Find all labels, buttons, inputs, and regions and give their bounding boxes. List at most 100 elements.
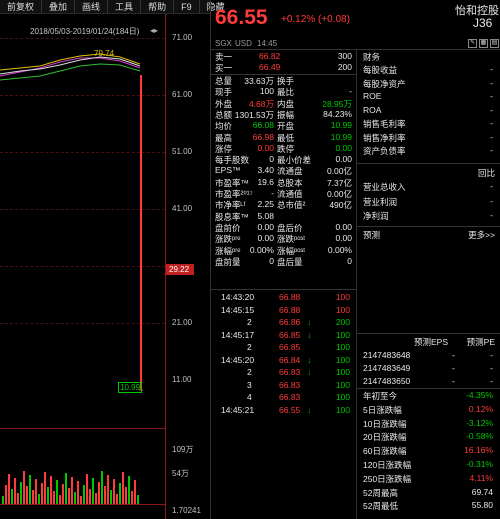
stat-row: 外盘 4.68万 内盘 28.95万 — [211, 98, 356, 109]
stat-label: 跌停 — [277, 143, 295, 154]
stat-row: 市盈率²⁰¹⁷ - 流通值 0.00亿 — [211, 188, 356, 199]
volume-bar — [56, 480, 58, 504]
tick-time: 4 — [247, 392, 252, 402]
tick-price: 66.83 — [279, 379, 301, 390]
volume-bar — [71, 477, 73, 504]
performance-row: 年初至今 -4.35% — [359, 390, 499, 402]
report-value: - — [490, 181, 493, 191]
tick-price: 66.88 — [279, 304, 301, 315]
volume-bar — [119, 483, 121, 504]
finance-label: 销售净利率 — [363, 132, 406, 143]
stat-row: 现手 100 最比 - — [211, 86, 356, 97]
menu-item-help[interactable]: 帮助 — [141, 0, 175, 14]
tick-volume: 100 — [335, 392, 350, 402]
tick-time: 14:45:15 — [221, 304, 255, 315]
edit-icon[interactable]: ✎ — [468, 39, 477, 48]
stat-value: 0.00 — [335, 154, 352, 165]
tick-volume: 100 — [335, 304, 350, 315]
grid-icon[interactable]: ▦ — [479, 39, 488, 48]
stat-value: 0.00 — [257, 233, 274, 244]
tick-volume: 100 — [335, 329, 350, 340]
stat-value: 0.00亿 — [326, 166, 352, 177]
quote-time: 14:45 — [257, 39, 278, 48]
menu-item-overlay[interactable]: 叠加 — [42, 0, 76, 14]
tick-volume: 100 — [335, 404, 350, 415]
finance-value: - — [490, 104, 493, 115]
performance-label: 年初至今 — [363, 391, 398, 401]
forecast-more-link[interactable]: 更多>> — [468, 229, 495, 241]
finance-label: 资产负债率 — [363, 146, 406, 156]
finance-row: 每股净资产 - — [359, 78, 499, 90]
price-axis: 71.00 61.00 51.00 41.00 21.00 11.00 29.2… — [165, 14, 210, 519]
volume-bar — [35, 479, 37, 504]
bid-row: 买一 66.49 200 — [215, 62, 352, 73]
stat-label: 流通盘 — [277, 166, 303, 177]
performance-row: 52周最高 69.74 — [359, 487, 499, 499]
performance-row: 20日涨跌幅 -0.58% — [359, 431, 499, 443]
performance-label: 60日涨跌幅 — [363, 446, 407, 457]
volume-bar — [47, 487, 49, 504]
stock-code: J36 — [473, 16, 493, 30]
tick-row: 14:45:20 66.84 ↓ 100 — [211, 355, 356, 368]
stat-label: 总股本 — [277, 177, 303, 188]
tick-time: 2 — [247, 342, 252, 352]
volume-bar — [110, 490, 112, 504]
report-row: 净利润 - — [359, 210, 499, 222]
volume-bar — [23, 471, 25, 504]
stat-row: 涨跌ᵖʳᵉ 0.00 涨跌ᵖᵒˢᵗ 0.00 — [211, 233, 356, 244]
stat-value: 5.08 — [257, 210, 274, 221]
stat-value: 0.00 — [335, 221, 352, 232]
volume-bar — [59, 495, 61, 504]
volume-bar — [74, 492, 76, 504]
finance-row: ROE - — [359, 91, 499, 103]
report-row: 营业利润 - — [359, 196, 499, 208]
settings-icon[interactable]: ▤ — [490, 39, 499, 48]
volume-bar — [101, 471, 103, 504]
report-label: 营业利润 — [363, 196, 398, 207]
stat-label: 盘前价 — [215, 222, 241, 233]
performance-label: 120日涨跌幅 — [363, 460, 412, 470]
finance-row: ROA - — [359, 105, 499, 117]
volume-bar — [80, 496, 82, 504]
tick-price: 66.86 — [279, 317, 301, 327]
menu-item-draw[interactable]: 画线 — [75, 0, 109, 14]
stat-value: 33.63万 — [244, 76, 274, 86]
volume-bar — [20, 482, 22, 504]
tick-time: 2 — [247, 317, 252, 327]
stat-label: 最比 — [277, 87, 295, 98]
stat-value: 3.40 — [257, 165, 274, 176]
finance-value: - — [490, 91, 493, 101]
y-tick: 71.00 — [172, 33, 193, 42]
chart-panel[interactable]: 2018/05/03-2019/01/24(184日) ◂▸ 79.74 10.… — [0, 14, 210, 519]
tick-row: 14:45:17 66.85 ↓ 100 — [211, 330, 356, 343]
tick-row: 14:43:20 66.88 100 — [211, 292, 356, 305]
menu-item-f9[interactable]: F9 — [174, 0, 200, 14]
tick-time: 14:45:17 — [221, 329, 255, 340]
finance-value: - — [490, 64, 493, 74]
tick-price: 66.85 — [279, 342, 301, 352]
tick-price: 66.84 — [279, 354, 301, 365]
stat-label: 涨幅ᵖᵒˢᵗ — [277, 245, 306, 256]
tick-time: 14:45:21 — [221, 404, 255, 415]
stat-label: 涨跌ᵖᵒˢᵗ — [277, 234, 306, 245]
stat-value: 100 — [259, 86, 274, 97]
stat-label: 涨幅ᵖʳᵉ — [215, 245, 241, 256]
menu-item-fuquan[interactable]: 前复权 — [0, 0, 43, 14]
menu-item-tools[interactable]: 工具 — [108, 0, 142, 14]
performance-label: 20日涨跌幅 — [363, 432, 407, 443]
volume-bar — [2, 496, 4, 504]
report-row: 营业总收入 - — [359, 181, 499, 193]
performance-value: 55.80 — [471, 500, 493, 511]
volume-bar — [8, 474, 10, 504]
report-header: 回比 — [477, 168, 495, 178]
tick-down-arrow-icon: ↓ — [307, 354, 312, 365]
volume-bar — [113, 479, 115, 504]
stat-value: 1301.53万 — [234, 109, 274, 120]
stat-label: 开盘 — [277, 121, 295, 132]
stat-value: 490亿 — [329, 200, 352, 211]
stat-label: 总量 — [215, 76, 233, 86]
stat-label: 振幅 — [277, 109, 295, 120]
chart-range-arrows-icon[interactable]: ◂▸ — [150, 26, 158, 35]
stat-label: 均价 — [215, 121, 233, 132]
performance-value: 16.16% — [464, 445, 493, 456]
